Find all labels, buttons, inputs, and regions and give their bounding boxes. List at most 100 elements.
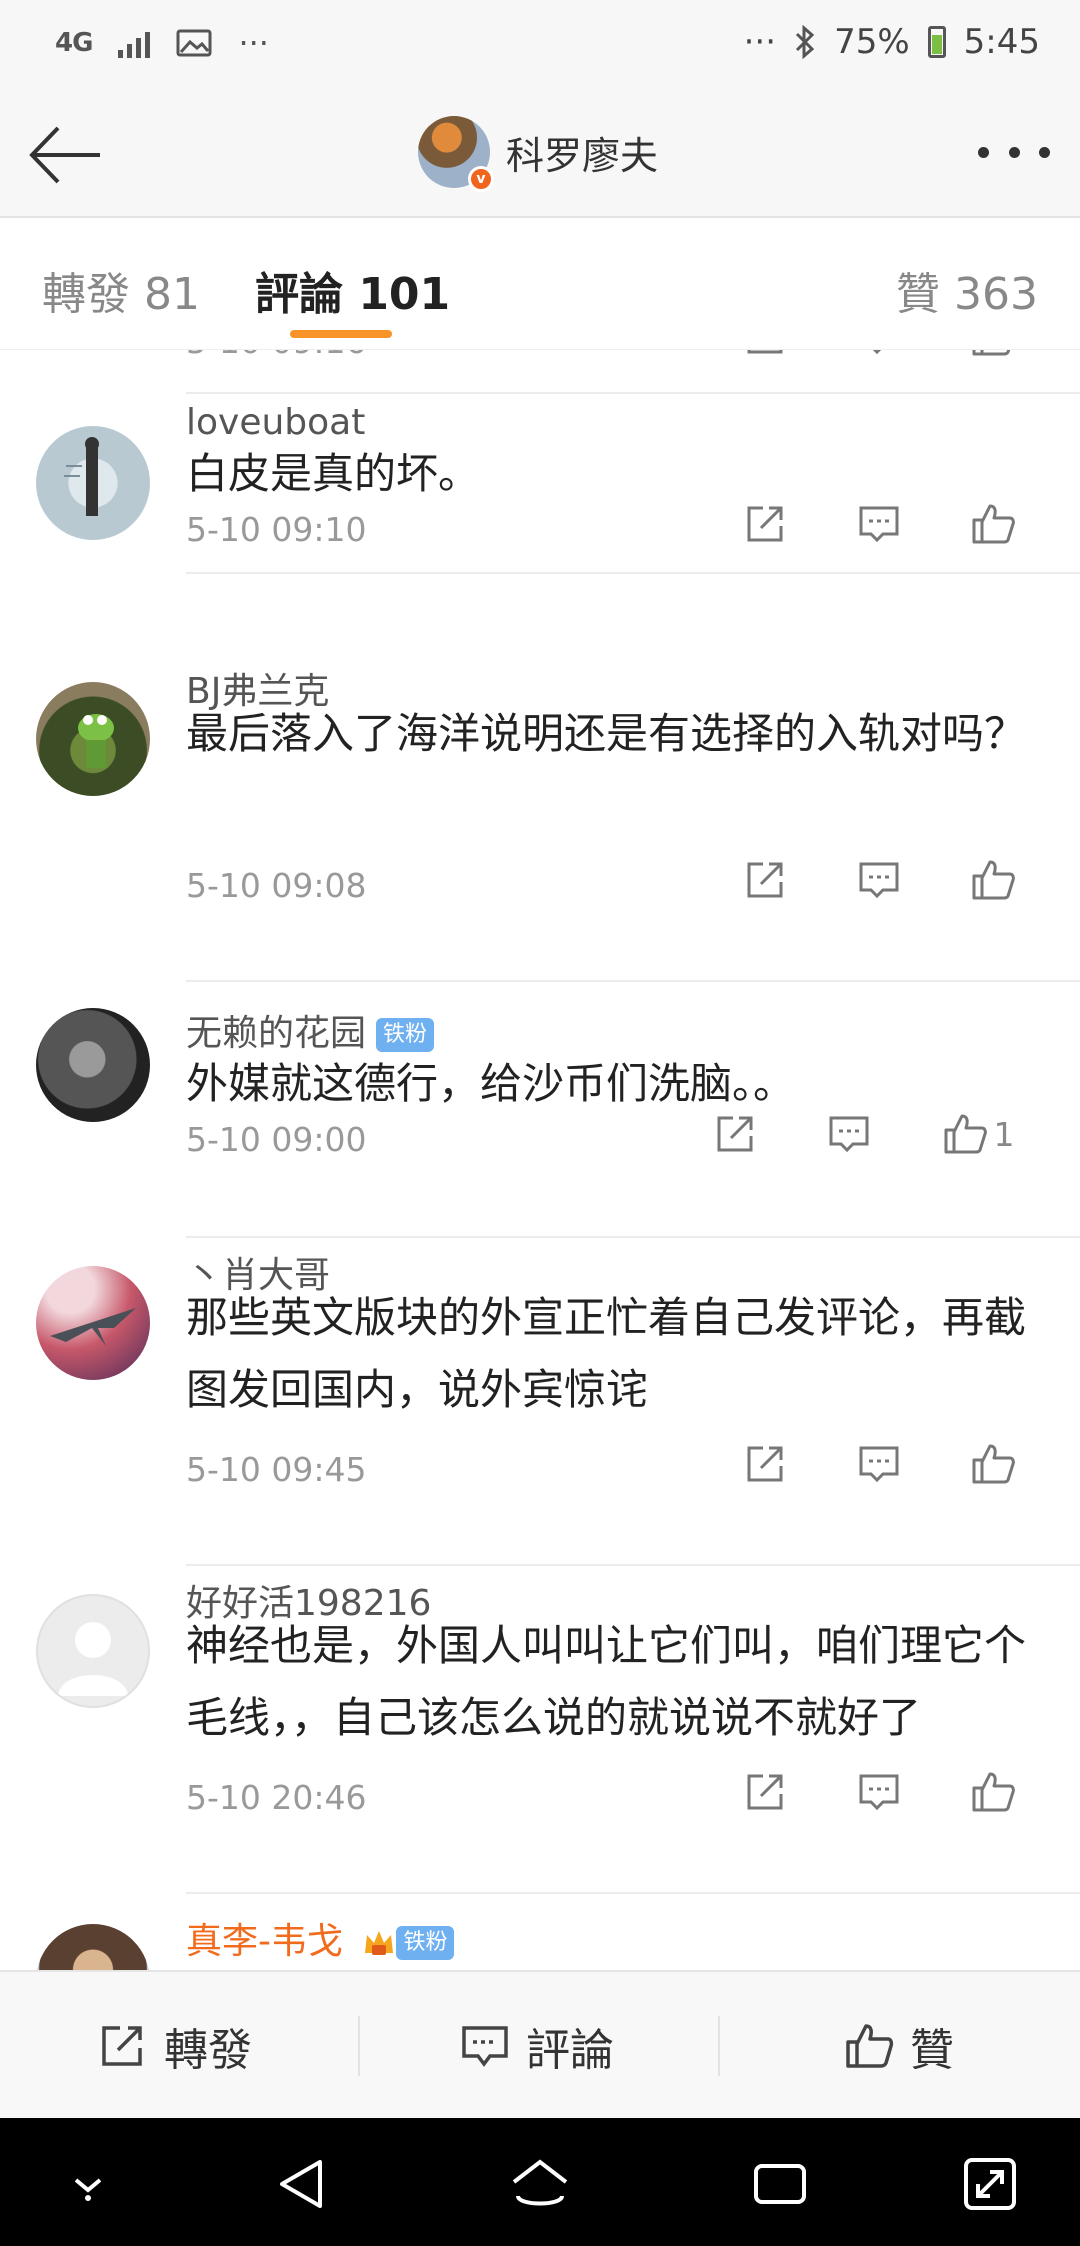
tab-comments[interactable]: 評論 101: [255, 258, 450, 322]
like-button[interactable]: 1: [906, 1104, 1050, 1164]
thumb-up-icon: [972, 1444, 1015, 1484]
expand-nav-button[interactable]: [958, 2152, 1022, 2216]
avatar-image: [50, 1308, 136, 1346]
repost-action-button[interactable]: 轉發: [98, 1972, 252, 2120]
active-tab-indicator: [290, 330, 392, 338]
comment-action-button[interactable]: 評論: [460, 1972, 614, 2120]
commenter-name[interactable]: 真李-韦戈: [186, 1921, 343, 1962]
status-bar: 4G ··· ··· 75% 5:45: [0, 0, 1080, 92]
comment-item: 无赖的花园 铁粉 外媒就这德行，给沙币们洗脑。。 5-10 09:00 1: [0, 982, 1080, 1238]
tab-likes[interactable]: 贊 363: [896, 258, 1038, 322]
comment-item: 真李-韦戈 铁粉: [0, 1894, 1080, 1970]
comment-item: 丶肖大哥 那些英文版块的外宣正忙着自己发评论，再截图发回国内，说外宾惊诧 5-1…: [0, 1238, 1080, 1566]
system-nav-bar: [0, 2118, 1080, 2246]
back-arrow-icon: [29, 126, 100, 184]
thumb-up-icon: [972, 860, 1015, 900]
recents-icon: [754, 2164, 806, 2204]
reply-button[interactable]: [822, 494, 936, 554]
thumb-up-icon: [972, 1772, 1015, 1812]
bottom-action-bar: 轉發 評論 贊: [0, 1970, 1080, 2118]
clock: 5:45: [963, 22, 1040, 62]
comment-text: 神经也是，外国人叫叫让它们叫，咱们理它个毛线，，自己该怎么说的就说说不就好了: [186, 1621, 1027, 1742]
fan-badge[interactable]: 铁粉: [376, 1018, 435, 1052]
tab-repost[interactable]: 轉發 81: [42, 258, 200, 322]
author-avatar[interactable]: v: [418, 116, 494, 192]
commenter-avatar[interactable]: [36, 1266, 150, 1380]
back-nav-button[interactable]: [270, 2152, 334, 2216]
battery-icon: [927, 26, 946, 58]
comment-list[interactable]: 5-10 09:16 loveuboat 白皮是真的坏。 5-10 09:10: [0, 350, 1080, 1970]
comment-icon: [462, 2026, 508, 2067]
reply-button[interactable]: [822, 1762, 936, 1822]
comment-item: loveuboat 白皮是真的坏。 5-10 09:10: [0, 394, 1080, 574]
like-button[interactable]: [936, 1434, 1050, 1494]
comment-time: 5-10 09:45: [186, 1450, 367, 1489]
expand-icon: [964, 2158, 1016, 2210]
commenter-avatar[interactable]: [36, 682, 150, 796]
commenter-avatar[interactable]: [36, 1594, 150, 1708]
share-icon: [747, 1446, 783, 1482]
repost-action-label: 轉發: [164, 2025, 252, 2076]
page-header: v 科罗廖夫: [0, 92, 1080, 218]
back-button[interactable]: [26, 120, 106, 190]
commenter-avatar[interactable]: [36, 426, 150, 540]
repost-button[interactable]: [708, 350, 822, 366]
like-button[interactable]: [936, 1762, 1050, 1822]
crown-icon: [365, 1931, 394, 1955]
reply-button[interactable]: [822, 1434, 936, 1494]
comment-time: 5-10 20:46: [186, 1778, 367, 1817]
dot-icon: [1008, 146, 1020, 158]
share-icon: [747, 1774, 783, 1810]
dot-icon: [978, 146, 989, 158]
fan-badge[interactable]: 铁粉: [396, 1926, 455, 1960]
like-action-label: 贊: [910, 2025, 954, 2076]
signal-icon: [118, 28, 151, 58]
separator: [718, 2016, 720, 2076]
comment-icon: [872, 350, 882, 355]
dot-icon: [1039, 146, 1050, 158]
hide-nav-button[interactable]: [56, 2152, 120, 2216]
home-icon: [512, 2159, 568, 2206]
comment-icon: [859, 1774, 899, 1811]
share-icon: [747, 506, 783, 542]
bluetooth-icon: [796, 25, 815, 59]
repost-button[interactable]: [678, 1104, 792, 1164]
tab-bar: 轉發 81 評論 101 贊 363: [0, 218, 1080, 350]
repost-button[interactable]: [708, 494, 822, 554]
comment-time: 5-10 09:08: [186, 866, 367, 905]
comment-text: 最后落入了海洋说明还是有选择的入轨对吗？: [186, 709, 1027, 758]
reply-button[interactable]: [822, 850, 936, 910]
repost-button[interactable]: [708, 850, 822, 910]
like-button[interactable]: [936, 850, 1050, 910]
comment-item: BJ弗兰克 最后落入了海洋说明还是有选择的入轨对吗？ 5-10 09:08: [0, 654, 1080, 982]
commenter-name[interactable]: loveuboat: [186, 402, 365, 443]
battery-percent: 75%: [834, 22, 910, 62]
reply-button[interactable]: [792, 1104, 906, 1164]
repost-button[interactable]: [708, 1762, 822, 1822]
author-name[interactable]: 科罗廖夫: [506, 125, 658, 180]
recents-nav-button[interactable]: [748, 2152, 812, 2216]
like-button[interactable]: [936, 350, 1050, 366]
commenter-name-row: 真李-韦戈 铁粉: [186, 1912, 455, 1964]
share-icon: [747, 862, 783, 898]
like-count: 1: [993, 1114, 1015, 1154]
thumb-up-icon: [972, 504, 1015, 544]
chevron-down-icon: [74, 2178, 102, 2201]
comment-icon: [859, 862, 899, 899]
home-nav-button[interactable]: [508, 2152, 572, 2216]
comment-text: 那些英文版块的外宣正忙着自己发评论，再截图发回国内，说外宾惊诧: [186, 1293, 1027, 1414]
comment-item-partial: 5-10 09:16: [0, 350, 1080, 394]
commenter-avatar[interactable]: [36, 1924, 150, 1970]
like-button[interactable]: [936, 494, 1050, 554]
divider: [186, 572, 1080, 574]
more-options-button[interactable]: [978, 132, 1050, 172]
repost-button[interactable]: [708, 1434, 822, 1494]
share-icon: [717, 1116, 753, 1152]
reply-button[interactable]: [822, 350, 936, 366]
like-action-button[interactable]: 贊: [844, 1972, 954, 2120]
author-info[interactable]: v 科罗廖夫: [418, 116, 658, 192]
avatar-image: [64, 437, 99, 516]
comment-icon: [829, 1116, 869, 1153]
commenter-avatar[interactable]: [36, 1008, 150, 1122]
comment-icon: [859, 506, 899, 543]
